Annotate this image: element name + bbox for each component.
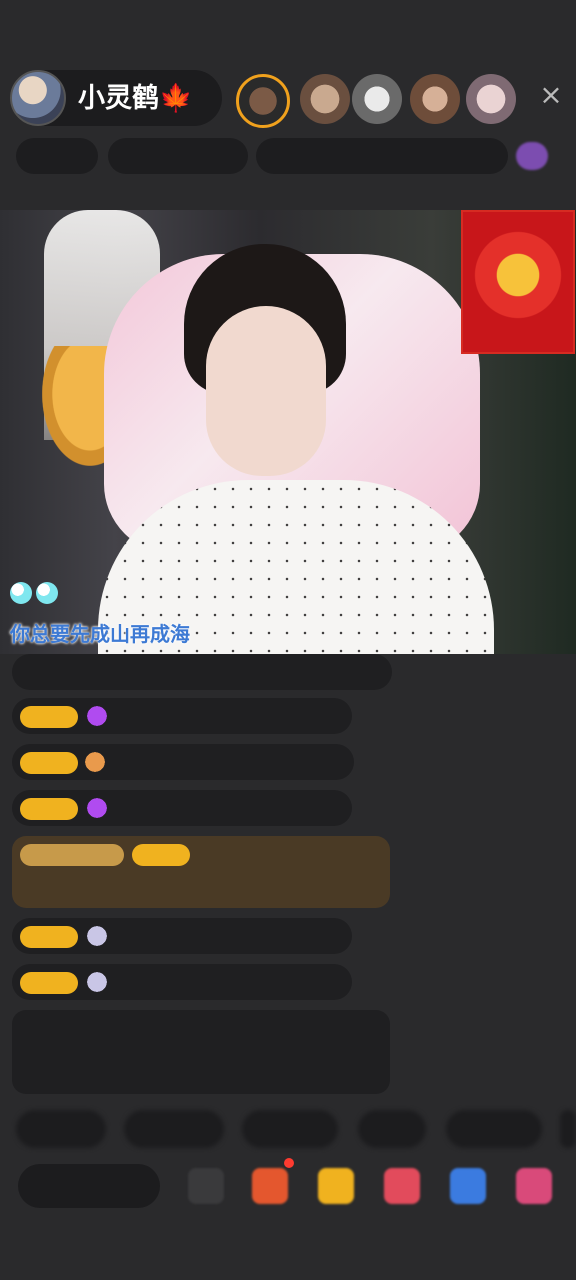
level-badge [20,752,78,774]
quick-reply-chip[interactable] [358,1110,426,1148]
level-badge [20,706,78,728]
video-caption: 你总要先成山再成海 [10,622,190,646]
close-icon[interactable]: × [536,80,566,110]
more-icon[interactable] [516,1168,552,1204]
chat-notice-message [12,1010,390,1094]
game-icon[interactable] [450,1168,486,1204]
fortune-sticker [461,210,575,354]
chat-message[interactable] [12,964,352,1000]
quick-reply-chip[interactable] [446,1110,542,1148]
level-badge [20,972,78,994]
quick-reply-chip[interactable] [124,1110,224,1148]
viewer-avatar[interactable] [300,74,350,124]
level-badge [20,926,78,948]
viewer-avatar[interactable] [352,74,402,124]
lottery-icon[interactable] [318,1168,354,1204]
avatar-icon [84,924,110,948]
host-avatar[interactable] [10,70,66,126]
avatar-icon [84,970,110,994]
gift-icon[interactable] [252,1168,288,1204]
chat-system-message [12,654,392,690]
chat-message[interactable] [12,698,352,734]
chat-message[interactable] [12,790,352,826]
streamer-face [206,306,326,476]
live-info-bar [16,138,560,176]
viewer-avatar[interactable] [410,74,460,124]
fan-icon [82,750,108,774]
vip-badge [20,844,124,866]
quick-reply-chip[interactable] [560,1110,576,1148]
chat-highlight-message[interactable] [12,836,390,908]
level-badge [132,844,190,866]
level-badge [20,798,78,820]
host-name[interactable]: 小灵鹤🍁 [78,82,193,116]
viewer-avatar[interactable] [236,74,290,128]
viewer-avatar[interactable] [466,74,516,124]
emoji-icon[interactable] [188,1168,224,1204]
redpacket-icon[interactable] [384,1168,420,1204]
more-icon[interactable] [516,142,548,170]
live-video[interactable]: 你总要先成山再成海 [0,210,576,654]
gem-icon [84,704,110,728]
quick-reply-chip[interactable] [242,1110,338,1148]
quick-reply-chip[interactable] [16,1110,106,1148]
chat-message[interactable] [12,918,352,954]
activity-chip[interactable] [256,138,508,174]
comment-input[interactable] [18,1164,160,1208]
notification-dot [284,1158,294,1168]
fans-chip[interactable] [108,138,248,174]
bubble-icon [10,582,60,604]
gem-icon [84,796,110,820]
rank-chip[interactable] [16,138,98,174]
chat-message[interactable] [12,744,354,780]
